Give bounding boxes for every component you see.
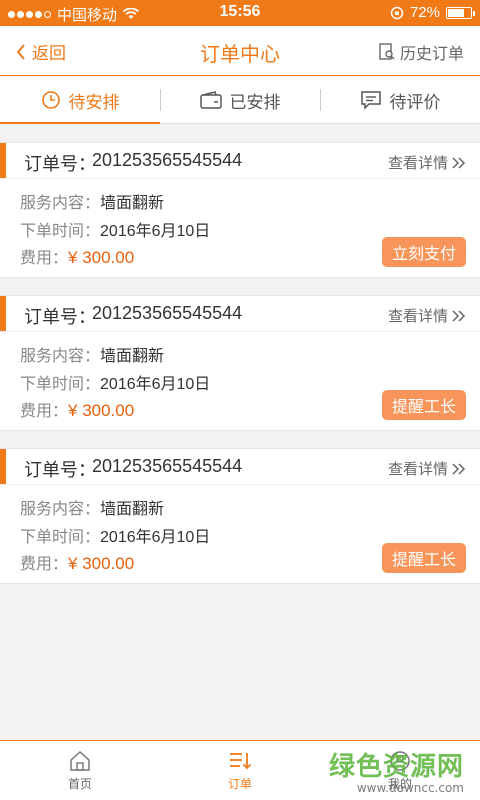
order-time-value: 2016年6月10日: [100, 223, 211, 240]
view-details-link[interactable]: 查看详情: [388, 458, 466, 479]
tab-divider: [320, 89, 321, 111]
fee-value: ¥ 300.00: [68, 554, 135, 573]
document-search-icon: [379, 43, 395, 60]
order-header: 订单号： 201253565545544 查看详情: [0, 296, 480, 332]
order-time-label: 下单时间：: [20, 529, 101, 546]
nav-label: 订单: [227, 776, 252, 791]
tab-arranged[interactable]: 已安排: [160, 77, 320, 123]
double-chevron-right-icon: [452, 156, 466, 169]
double-chevron-right-icon: [452, 309, 466, 322]
comment-icon: [360, 91, 381, 110]
order-time-row: 下单时间：2016年6月10日: [20, 370, 210, 394]
clock-icon: [41, 91, 60, 109]
service-row: 服务内容：墙面翻新: [20, 189, 164, 213]
pay-now-button[interactable]: 立刻支付: [382, 237, 466, 267]
order-number-label: 订单号：: [24, 307, 96, 327]
tab-label: 待评价: [389, 92, 441, 112]
order-time-row: 下单时间：2016年6月10日: [20, 523, 210, 547]
tab-to-review[interactable]: 待评价: [320, 77, 480, 123]
fee-row: 费用：¥ 300.00: [20, 397, 134, 421]
wallet-icon: [199, 91, 222, 109]
order-time-label: 下单时间：: [20, 376, 101, 393]
service-row: 服务内容：墙面翻新: [20, 495, 164, 519]
order-time-value: 2016年6月10日: [100, 529, 211, 546]
battery-percent: 72%: [409, 4, 440, 21]
service-label: 服务内容：: [20, 348, 101, 365]
remind-foreman-button[interactable]: 提醒工长: [382, 390, 466, 420]
order-header: 订单号： 201253565545544 查看详情: [0, 143, 480, 179]
fee-label: 费用：: [20, 250, 69, 267]
fee-value: ¥ 300.00: [68, 248, 135, 267]
nav-header: 返回 订单中心 历史订单: [0, 26, 480, 76]
watermark-url: www.downcc.com: [356, 781, 464, 795]
view-details-link[interactable]: 查看详情: [388, 305, 466, 326]
history-orders-button[interactable]: 历史订单: [378, 40, 464, 64]
order-number-label: 订单号：: [24, 460, 96, 480]
order-number: 201253565545544: [92, 456, 243, 476]
battery-icon: [446, 6, 475, 19]
nav-label: 首页: [67, 776, 92, 791]
fee-label: 费用：: [20, 403, 69, 420]
order-number-label: 订单号：: [24, 154, 96, 174]
battery-group: 72%: [390, 4, 475, 21]
site-watermark: 绿色资源网 www.downcc.com: [329, 746, 464, 795]
tab-divider: [160, 89, 161, 111]
remind-foreman-button[interactable]: 提醒工长: [382, 543, 466, 573]
tab-pending[interactable]: 待安排: [0, 77, 160, 124]
view-details-label: 查看详情: [387, 308, 448, 325]
order-header: 订单号： 201253565545544 查看详情: [0, 449, 480, 485]
order-list-icon: [230, 752, 252, 769]
service-value: 墙面翻新: [100, 501, 165, 518]
service-row: 服务内容：墙面翻新: [20, 342, 164, 366]
tab-label: 待安排: [68, 92, 120, 112]
view-details-label: 查看详情: [387, 155, 448, 172]
order-card: 订单号： 201253565545544 查看详情 服务内容：墙面翻新 下单时间…: [0, 295, 480, 431]
service-value: 墙面翻新: [100, 195, 165, 212]
watermark-text: 绿色资源网: [328, 752, 464, 782]
fee-row: 费用：¥ 300.00: [20, 244, 134, 268]
view-details-label: 查看详情: [387, 461, 448, 478]
order-time-label: 下单时间：: [20, 223, 101, 240]
fee-value: ¥ 300.00: [68, 401, 135, 420]
view-details-link[interactable]: 查看详情: [388, 152, 466, 173]
service-label: 服务内容：: [20, 195, 101, 212]
order-number: 201253565545544: [92, 150, 243, 170]
order-card: 订单号： 201253565545544 查看详情 服务内容：墙面翻新 下单时间…: [0, 142, 480, 278]
order-card: 订单号： 201253565545544 查看详情 服务内容：墙面翻新 下单时间…: [0, 448, 480, 584]
order-number: 201253565545544: [92, 303, 243, 323]
nav-home[interactable]: 首页: [0, 741, 160, 800]
status-bar: 中国移动 15:56 72%: [0, 0, 480, 26]
nav-orders[interactable]: 订单: [160, 741, 320, 800]
fee-label: 费用：: [20, 556, 69, 573]
service-label: 服务内容：: [20, 501, 101, 518]
rotation-lock-icon: [390, 6, 404, 19]
service-value: 墙面翻新: [100, 348, 165, 365]
order-time-row: 下单时间：2016年6月10日: [20, 217, 210, 241]
double-chevron-right-icon: [452, 462, 466, 475]
tab-label: 已安排: [229, 92, 281, 112]
fee-row: 费用：¥ 300.00: [20, 550, 134, 574]
history-label: 历史订单: [399, 46, 464, 63]
order-status-tabs: 待安排 已安排 待评价: [0, 77, 480, 124]
home-icon: [70, 750, 90, 771]
order-time-value: 2016年6月10日: [100, 376, 211, 393]
